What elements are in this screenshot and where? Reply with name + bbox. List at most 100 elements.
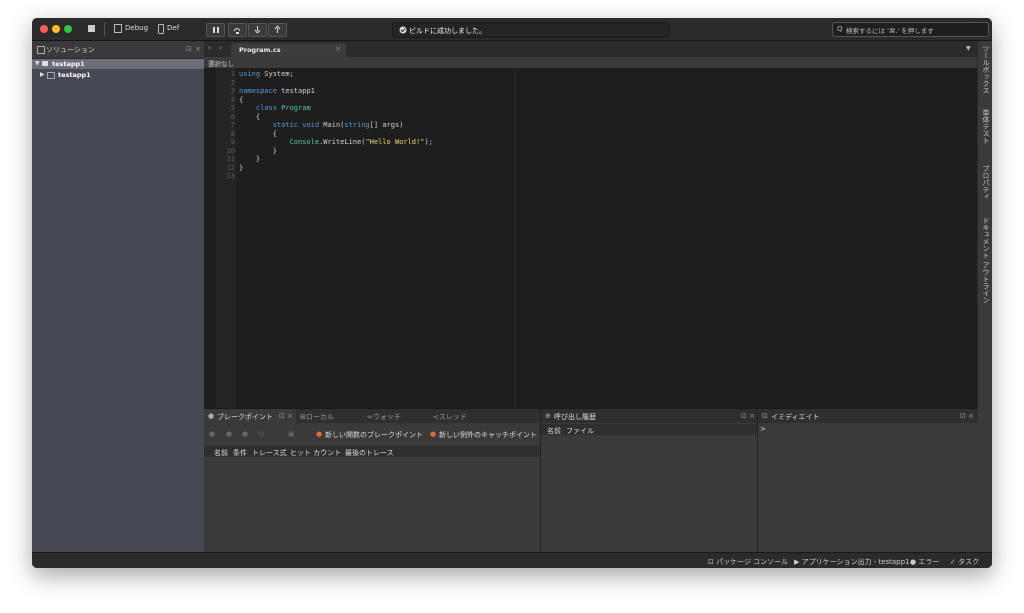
chevron-down-icon[interactable]: ▼ xyxy=(35,60,40,67)
errors-button[interactable]: ● エラー xyxy=(910,557,939,567)
clear-breakpoints-icon[interactable]: ● xyxy=(242,430,248,438)
column-ruler xyxy=(515,68,516,408)
callstack-title: 呼び出し履歴 xyxy=(554,413,596,421)
breakpoints-pad: ● ブレークポイント ⊡ × ⊞ローカル ∞ウォッチ ≺スレッド ● ● ● ◎… xyxy=(204,408,540,553)
new-exception-catchpoint-button[interactable]: 新しい例外のキャッチポイント xyxy=(439,430,537,440)
tree-item-solution[interactable]: ▼ testapp1 xyxy=(32,59,204,69)
pin-close-icon[interactable]: ⊡ × xyxy=(960,412,974,420)
col-file[interactable]: ファイル xyxy=(566,426,594,436)
code-line[interactable]: { xyxy=(239,130,433,139)
tab-watch-label: ウォッチ xyxy=(372,413,401,421)
code-line[interactable]: } xyxy=(239,155,433,164)
search-box[interactable]: Q 検索するには '⌘.' を押します xyxy=(832,22,989,37)
tree-item-project[interactable]: ▶ testapp1 xyxy=(32,70,204,80)
code-line[interactable] xyxy=(239,79,433,88)
callstack-header: ⊕ 呼び出し履歴 ⊡ × xyxy=(541,409,758,423)
tab-threads[interactable]: ≺スレッド xyxy=(433,412,467,422)
pin-close-icon[interactable]: ⊡ × xyxy=(741,412,755,420)
col-condition[interactable]: 条件 xyxy=(233,448,247,458)
pad-properties[interactable]: プロパティ xyxy=(981,165,991,200)
app-output-button[interactable]: ▶ アプリケーション出力 - testapp1 xyxy=(794,557,910,567)
tab-watch[interactable]: ∞ウォッチ xyxy=(367,412,401,422)
stop-icon[interactable] xyxy=(88,25,95,32)
step-over-button[interactable] xyxy=(228,23,247,37)
tab-program-cs[interactable]: Program.cs × xyxy=(231,43,346,57)
new-function-breakpoint-button[interactable]: 新しい関数のブレークポイント xyxy=(325,430,423,440)
remove-breakpoint-icon[interactable]: ● xyxy=(209,430,215,438)
tab-overflow-icon[interactable]: ▼ xyxy=(966,45,971,52)
pad-unit-tests[interactable]: 単体テスト xyxy=(981,109,991,144)
solution-panel: ソリューション ⊡ × ▼ testapp1 ▶ testapp1 xyxy=(32,41,204,552)
pin-icon[interactable]: ⊡ × xyxy=(279,412,293,420)
code-token: .WriteLine( xyxy=(319,138,366,146)
code-editor[interactable]: 1 2 3 4 5 6 7 8 9 10 11 12 13 using Syst… xyxy=(204,68,977,408)
code-line[interactable]: } xyxy=(239,147,433,156)
immediate-icon: ⊡ xyxy=(762,412,768,420)
code-line[interactable] xyxy=(239,172,433,181)
breadcrumb-selection[interactable]: 選択なし xyxy=(208,58,234,68)
col-hit-count[interactable]: ヒット カウント xyxy=(290,448,341,458)
tasks-button[interactable]: ✓ タスク xyxy=(950,557,979,567)
code-token: static xyxy=(272,121,299,129)
minimize-window-button[interactable] xyxy=(52,25,60,33)
solution-panel-header: ソリューション ⊡ × xyxy=(32,41,204,59)
config-icon xyxy=(114,24,122,33)
chevron-right-icon[interactable]: ▶ xyxy=(40,71,45,78)
code-token: { xyxy=(239,112,261,121)
step-out-button[interactable] xyxy=(268,23,287,37)
code-token: "Hello World!" xyxy=(365,138,425,146)
code-line[interactable]: Console.WriteLine("Hello World!"); xyxy=(239,138,433,147)
code-token: Program xyxy=(281,104,311,112)
col-trace[interactable]: トレース式 xyxy=(252,448,287,458)
search-input[interactable]: 検索するには '⌘.' を押します xyxy=(846,25,934,35)
tab-threads-label: スレッド xyxy=(438,413,467,421)
code-line[interactable]: { xyxy=(239,96,433,105)
col-last-trace[interactable]: 最後のトレース xyxy=(345,448,394,458)
immediate-prompt[interactable]: > xyxy=(760,425,766,433)
code-line[interactable]: using System; xyxy=(239,70,433,79)
code-text[interactable]: using System; namespace testapp1{ class P… xyxy=(239,70,433,181)
back-nav-icon[interactable]: ‹ xyxy=(208,44,211,52)
col-name[interactable]: 名前 xyxy=(214,448,228,458)
callstack-pad: ⊕ 呼び出し履歴 ⊡ × 名前 ファイル xyxy=(540,408,758,553)
code-line[interactable]: class Program xyxy=(239,104,433,113)
tab-breakpoints-label: ブレークポイント xyxy=(217,413,273,421)
pad-document-outline[interactable]: ドキュメント アウトライン xyxy=(981,217,991,303)
col-name[interactable]: 名前 xyxy=(547,426,561,436)
code-token: void xyxy=(302,121,320,129)
build-status-text: ビルドに成功しました。 xyxy=(409,27,486,35)
close-window-button[interactable] xyxy=(40,25,48,33)
toolbar: Debug Def ビルドに成功しました。 Q 検索するには '⌘.' を押しま… xyxy=(32,18,992,41)
platform-selector[interactable]: Def xyxy=(167,24,179,32)
pin-icon[interactable]: ⊡ xyxy=(186,45,192,53)
line-numbers: 1 2 3 4 5 6 7 8 9 10 11 12 13 xyxy=(226,70,235,180)
code-token: Main( xyxy=(319,121,345,129)
check-icon: ✓ xyxy=(950,558,959,566)
step-into-button[interactable] xyxy=(248,23,267,37)
code-line[interactable]: static void Main(string[] args) xyxy=(239,121,433,130)
close-panel-icon[interactable]: × xyxy=(195,45,201,53)
disable-all-icon[interactable]: ◎ xyxy=(258,430,264,438)
zoom-window-button[interactable] xyxy=(64,25,72,33)
code-token: namespace xyxy=(239,87,277,95)
forward-nav-icon[interactable]: › xyxy=(219,44,222,52)
package-console-button[interactable]: ⊡ パッケージ コンソール xyxy=(708,557,788,567)
code-line[interactable]: namespace testapp1 xyxy=(239,87,433,96)
properties-icon[interactable]: ▣ xyxy=(288,430,295,438)
device-icon xyxy=(158,24,164,34)
right-pad-bar: ツールボックス 単体テスト プロパティ ドキュメント アウトライン xyxy=(977,41,992,552)
pause-button[interactable] xyxy=(206,23,225,37)
code-line[interactable]: { xyxy=(239,113,433,122)
breakpoints-tabs: ● ブレークポイント ⊡ × ⊞ローカル ∞ウォッチ ≺スレッド xyxy=(204,409,540,423)
code-line[interactable]: } xyxy=(239,164,433,173)
tab-breakpoints[interactable]: ● ブレークポイント ⊡ × xyxy=(204,409,296,423)
close-tab-icon[interactable]: × xyxy=(335,45,341,53)
config-selector[interactable]: Debug xyxy=(125,24,148,32)
pad-toolbox[interactable]: ツールボックス xyxy=(981,45,991,94)
solution-title: ソリューション xyxy=(46,46,95,54)
toggle-breakpoint-icon[interactable]: ● xyxy=(226,430,232,438)
breadcrumb: 選択なし xyxy=(204,57,977,68)
tab-locals[interactable]: ⊞ローカル xyxy=(300,412,334,422)
